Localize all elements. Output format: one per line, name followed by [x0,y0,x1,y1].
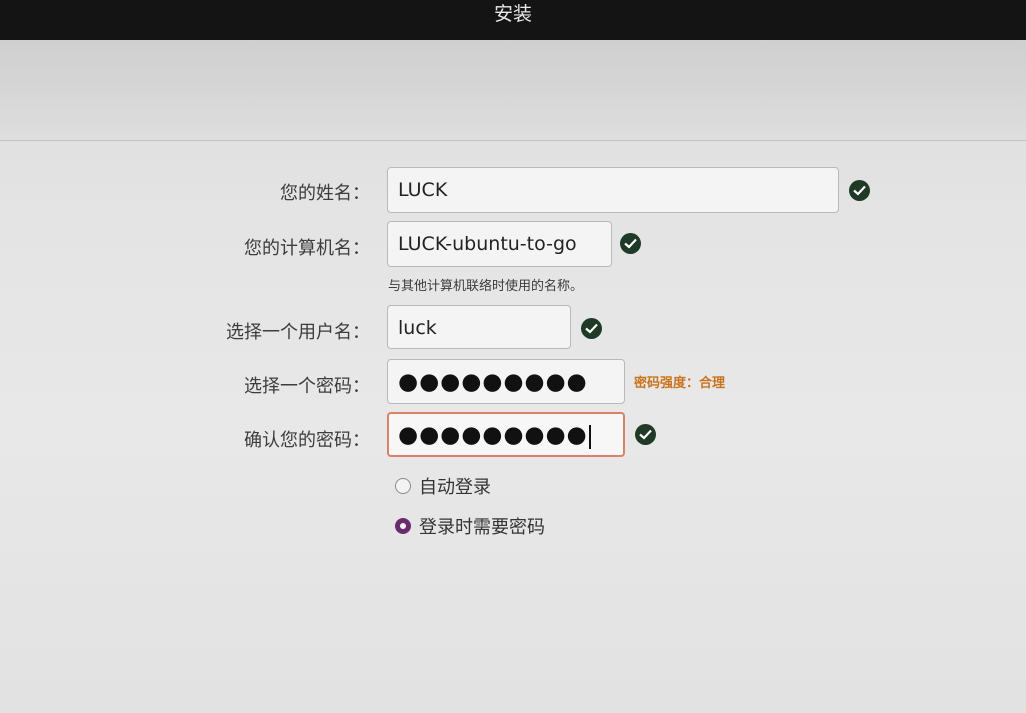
username-valid-icon [581,318,602,339]
text-caret [588,424,591,449]
divider [0,140,1026,141]
name-label: 您的姓名： [280,183,370,204]
auto-login-radio[interactable] [395,478,411,494]
window-title: 安装 [493,3,532,25]
password-dots: ●●●●●●●●● [398,369,588,395]
username-label: 选择一个用户名： [226,322,370,343]
confirm-password-dots: ●●●●●●●●● [398,422,588,448]
require-password-option[interactable]: 登录时需要密码 [395,513,545,539]
username-input[interactable]: luck [387,305,571,349]
name-valid-icon [849,180,870,201]
name-input[interactable]: LUCK [387,167,839,213]
require-password-radio[interactable] [395,518,411,534]
confirm-password-valid-icon [635,424,656,445]
computer-name-hint: 与其他计算机联络时使用的名称。 [388,279,584,294]
header-area [0,40,1026,140]
confirm-password-label: 确认您的密码： [244,430,370,451]
password-strength: 密码强度：合理 [634,376,726,391]
password-input[interactable]: ●●●●●●●●● [387,359,625,404]
auto-login-label: 自动登录 [419,477,491,498]
title-bar: 安装 [0,0,1026,40]
computer-name-valid-icon [620,233,641,254]
require-password-label: 登录时需要密码 [419,517,545,538]
confirm-password-input[interactable]: ●●●●●●●●● [387,412,625,457]
computer-name-label: 您的计算机名： [244,238,370,259]
computer-name-input[interactable]: LUCK-ubuntu-to-go [387,221,612,267]
auto-login-option[interactable]: 自动登录 [395,473,491,499]
password-label: 选择一个密码： [244,376,370,397]
